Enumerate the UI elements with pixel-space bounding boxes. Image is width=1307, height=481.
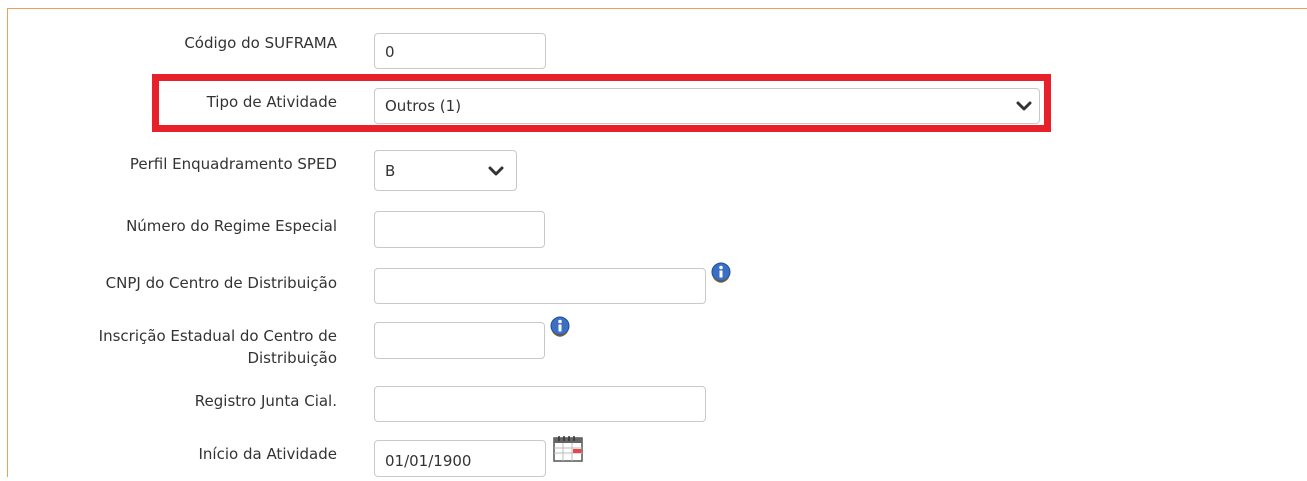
perfil-sped-label: Perfil Enquadramento SPED (129, 155, 337, 173)
registro-junta-input[interactable] (374, 386, 706, 422)
inicio-atividade-input[interactable]: 01/01/1900 (374, 440, 546, 477)
info-icon[interactable] (547, 316, 573, 340)
registro-junta-label: Registro Junta Cial. (194, 392, 337, 410)
perfil-sped-select[interactable]: B (374, 150, 517, 191)
cnpj-centro-input[interactable] (374, 268, 706, 304)
ie-centro-label-line2: Distribuição (247, 349, 337, 367)
inicio-atividade-value: 01/01/1900 (385, 452, 472, 470)
regime-especial-label: Número do Regime Especial (126, 217, 337, 235)
suframa-label: Código do SUFRAMA (184, 34, 337, 52)
calendar-icon[interactable] (553, 436, 583, 462)
chevron-down-icon (1009, 89, 1039, 123)
perfil-sped-value: B (385, 161, 396, 180)
regime-especial-input[interactable] (374, 211, 545, 248)
suframa-value: 0 (385, 43, 395, 61)
ie-centro-input[interactable] (374, 322, 545, 359)
tipo-atividade-select[interactable]: Outros (1) (374, 88, 1040, 124)
chevron-down-icon (476, 151, 516, 190)
suframa-input[interactable]: 0 (374, 33, 546, 69)
info-icon[interactable] (708, 262, 734, 286)
cnpj-centro-label: CNPJ do Centro de Distribuição (105, 274, 337, 292)
tipo-atividade-label: Tipo de Atividade (206, 93, 337, 111)
tipo-atividade-value: Outros (1) (385, 97, 462, 115)
inicio-atividade-label: Início da Atividade (198, 445, 338, 463)
ie-centro-label-line1: Inscrição Estadual do Centro de (98, 327, 337, 345)
